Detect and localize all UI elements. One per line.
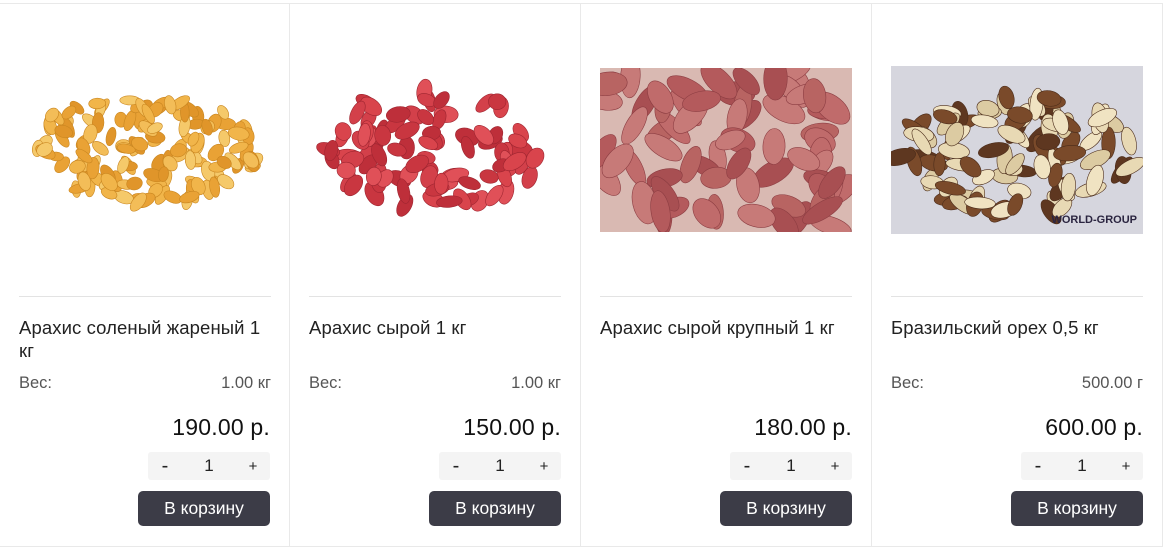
weight-value: 500.00 г [1081, 374, 1143, 392]
product-image-salted-roasted-peanuts[interactable] [19, 4, 271, 296]
qty-minus-button[interactable]: - [439, 452, 473, 480]
product-price: 150.00 р. [463, 414, 561, 440]
weight-value: 1.00 кг [511, 374, 561, 392]
product-image-raw-peanuts[interactable] [309, 4, 561, 296]
product-name[interactable]: Арахис сырой крупный 1 кг [600, 316, 852, 339]
divider [891, 296, 1143, 297]
qty-value[interactable]: 1 [786, 456, 795, 476]
qty-value[interactable]: 1 [495, 456, 504, 476]
add-to-cart-button[interactable]: В корзину [1011, 491, 1143, 526]
qty-value[interactable]: 1 [1077, 456, 1086, 476]
product-price: 600.00 р. [1045, 414, 1143, 440]
qty-plus-button[interactable]: + [236, 452, 270, 480]
qty-minus-button[interactable]: - [148, 452, 182, 480]
quantity-stepper: - 1 + [439, 452, 561, 480]
weight-label: Вес: [19, 374, 53, 392]
qty-plus-button[interactable]: + [1109, 452, 1143, 480]
weight-row: Вес: 500.00 г [891, 374, 1143, 393]
product-card: WORLD-GROUP Бразильский орех 0,5 кг Вес:… [872, 4, 1163, 546]
divider [309, 296, 561, 297]
qty-minus-button[interactable]: - [730, 452, 764, 480]
product-name[interactable]: Арахис соленый жареный 1 кг [19, 316, 271, 362]
add-to-cart-button[interactable]: В корзину [720, 491, 852, 526]
weight-row: Вес: 1.00 кг [19, 374, 271, 393]
add-to-cart-button[interactable]: В корзину [138, 491, 270, 526]
quantity-stepper: - 1 + [148, 452, 270, 480]
qty-plus-button[interactable]: + [818, 452, 852, 480]
peanut [105, 127, 117, 146]
image-watermark: WORLD-GROUP [1051, 214, 1137, 226]
divider [600, 296, 852, 297]
add-to-cart-button[interactable]: В корзину [429, 491, 561, 526]
product-image-large-raw-peanuts[interactable] [600, 4, 852, 296]
weight-value: 1.00 кг [221, 374, 271, 392]
qty-plus-button[interactable]: + [527, 452, 561, 480]
qty-minus-button[interactable]: - [1021, 452, 1055, 480]
product-image-brazil-nuts[interactable]: WORLD-GROUP [891, 4, 1143, 296]
product-name[interactable]: Арахис сырой 1 кг [309, 316, 561, 339]
product-card: Арахис соленый жареный 1 кг Вес: 1.00 кг… [0, 4, 290, 546]
peanut [336, 161, 356, 179]
weight-label: Вес: [891, 374, 925, 392]
product-name[interactable]: Бразильский орех 0,5 кг [891, 316, 1143, 339]
product-price: 190.00 р. [172, 414, 270, 440]
divider [19, 296, 271, 297]
product-card: Арахис сырой 1 кг Вес: 1.00 кг 150.00 р.… [290, 4, 581, 546]
product-price: 180.00 р. [754, 414, 852, 440]
quantity-stepper: - 1 + [1021, 452, 1143, 480]
peanut [488, 93, 507, 110]
quantity-stepper: - 1 + [730, 452, 852, 480]
product-card: Арахис сырой крупный 1 кг 180.00 р. - 1 … [581, 4, 872, 546]
qty-value[interactable]: 1 [204, 456, 213, 476]
weight-label: Вес: [309, 374, 343, 392]
product-grid: Арахис соленый жареный 1 кг Вес: 1.00 кг… [0, 3, 1163, 547]
weight-row: Вес: 1.00 кг [309, 374, 561, 393]
